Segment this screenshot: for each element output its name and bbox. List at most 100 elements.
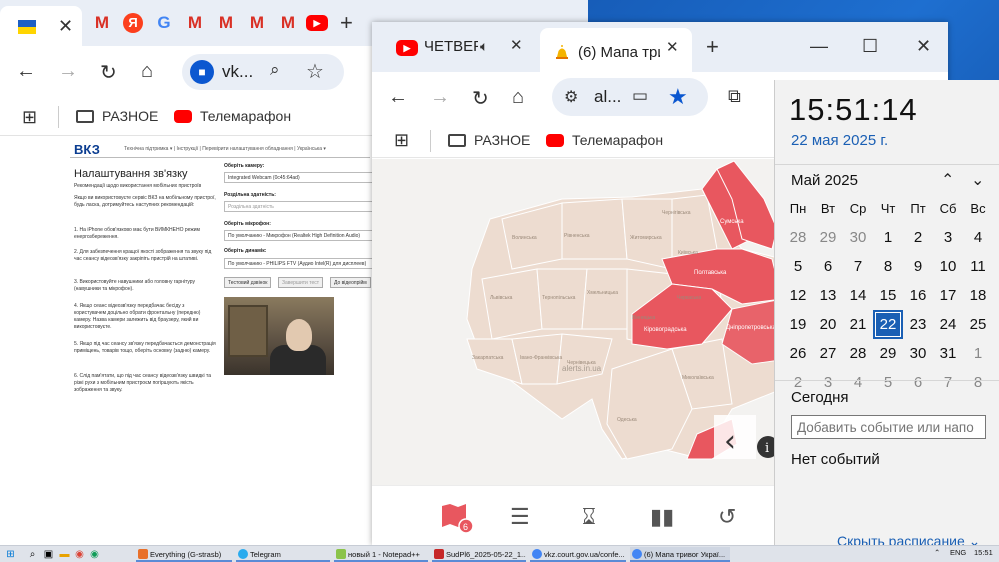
stats-chart-icon[interactable]: ▮▮	[650, 504, 674, 530]
close-tab-icon[interactable]: ✕	[58, 17, 73, 35]
calendar-day[interactable]: 18	[963, 281, 993, 310]
calendar-day[interactable]: 1	[963, 339, 993, 368]
chevron-up-icon[interactable]: ⌃	[941, 170, 954, 190]
mic-select[interactable]: По умолчанию - Микрофон (Realtek High De…	[224, 230, 374, 241]
task-view-icon[interactable]: ▣	[42, 548, 55, 561]
youtube-tab-icon[interactable]: ▶	[306, 15, 328, 31]
chrome-icon[interactable]: ◉	[73, 548, 86, 561]
calendar-day[interactable]: 1	[873, 223, 903, 252]
map-icon[interactable]: 6	[440, 502, 476, 534]
calendar-day[interactable]: 29	[873, 339, 903, 368]
close-tab-icon[interactable]: ✕	[666, 40, 679, 55]
calendar-day[interactable]: 7	[933, 368, 963, 397]
calendar-day[interactable]: 19	[783, 310, 813, 339]
home-icon[interactable]: ⌂	[512, 86, 524, 109]
close-tab-icon[interactable]: ✕	[510, 38, 523, 53]
tray-chevron-icon[interactable]: ⌃	[934, 548, 940, 557]
minimize-icon[interactable]: —	[810, 36, 828, 57]
new-tab-button[interactable]: +	[706, 34, 719, 60]
gmail-tab-icon[interactable]: M	[185, 13, 205, 33]
yandex-tab-icon[interactable]: Я	[123, 13, 143, 33]
calendar-day[interactable]: 31	[933, 339, 963, 368]
calendar-day[interactable]: 15	[873, 281, 903, 310]
taskbar-app-telegram[interactable]: Telegram	[236, 547, 330, 562]
camera-select[interactable]: Integrated Webcam (0c45:64ad)	[224, 172, 374, 183]
calendar-day[interactable]: 13	[813, 281, 843, 310]
bookmark-star-icon[interactable]: ☆	[306, 59, 324, 84]
calendar-day[interactable]: 2	[903, 223, 933, 252]
calendar-day[interactable]: 28	[783, 223, 813, 252]
gmail-tab-icon[interactable]: M	[247, 13, 267, 33]
home-icon[interactable]: ⌂	[141, 60, 153, 83]
calendar-day[interactable]: 30	[903, 339, 933, 368]
address-bar[interactable]: ⚙︎ al... ▭ ★	[552, 78, 708, 116]
calendar-day[interactable]: 20	[813, 310, 843, 339]
search-icon[interactable]: ⌕	[26, 548, 39, 561]
calendar-day[interactable]: 16	[903, 281, 933, 310]
audio-playing-icon[interactable]: 🔈︎	[480, 38, 488, 55]
back-arrow-icon[interactable]: ←	[388, 86, 408, 109]
calendar-day[interactable]: 9	[903, 252, 933, 281]
list-icon[interactable]: ☰	[510, 504, 530, 530]
tab-alert-map[interactable]: (6) Мапа три ✕	[540, 28, 692, 72]
tab-vkz[interactable]: ✕	[0, 6, 82, 46]
calendar-day[interactable]: 6	[813, 252, 843, 281]
calendar-day[interactable]: 17	[933, 281, 963, 310]
calendar-day[interactable]: 5	[783, 252, 813, 281]
calendar-day[interactable]: 4	[963, 223, 993, 252]
camera-icon[interactable]: ■	[190, 60, 214, 84]
hourglass-icon[interactable]: ⌛︎	[582, 504, 596, 530]
reload-icon[interactable]: ↻	[100, 60, 117, 85]
gmail-tab-icon[interactable]: M	[92, 13, 112, 33]
calendar-day[interactable]: 23	[903, 310, 933, 339]
site-nav-links[interactable]: Технічна підтримка ▾ | Інструкції | Пере…	[124, 146, 326, 152]
site-settings-icon[interactable]: ⚙︎	[564, 87, 578, 107]
apps-grid-icon[interactable]: ⊞	[22, 107, 37, 128]
chrome-icon[interactable]: ◉	[88, 548, 101, 561]
taskbar-clock[interactable]: 15:51	[974, 548, 993, 557]
maximize-icon[interactable]: ☐	[862, 36, 878, 57]
calendar-day-today[interactable]: 22	[873, 310, 903, 339]
history-icon[interactable]: ↺	[718, 504, 736, 530]
gmail-tab-icon[interactable]: M	[278, 13, 298, 33]
forward-arrow-icon[interactable]: →	[430, 86, 450, 109]
calendar-day[interactable]: 11	[963, 252, 993, 281]
address-bar[interactable]: ■ vk... ⌕ ☆	[182, 54, 344, 90]
taskbar-app-alert-map[interactable]: (6) Мапа тривог Украї...	[630, 547, 730, 562]
calendar-day[interactable]: 24	[933, 310, 963, 339]
calendar-day[interactable]: 25	[963, 310, 993, 339]
calendar-day[interactable]: 28	[843, 339, 873, 368]
bookmark-youtube[interactable]: Телемарафон	[546, 132, 663, 148]
extensions-icon[interactable]: ⧉	[728, 86, 741, 107]
chevron-down-icon[interactable]: ⌄	[971, 170, 984, 190]
input-language[interactable]: ENG	[950, 548, 966, 557]
reload-icon[interactable]: ↻	[472, 86, 489, 111]
calendar-day[interactable]: 8	[963, 368, 993, 397]
google-tab-icon[interactable]: G	[154, 13, 174, 33]
start-windows-icon[interactable]: ⊞	[4, 548, 17, 561]
calendar-day[interactable]: 27	[813, 339, 843, 368]
tab-title[interactable]: ЧЕТВЕРГ	[424, 38, 478, 55]
resolution-select[interactable]: Роздільна здатність	[224, 201, 374, 212]
clock-date[interactable]: 22 мая 2025 г.	[791, 132, 888, 149]
new-tab-button[interactable]: +	[340, 10, 353, 36]
apps-grid-icon[interactable]: ⊞	[394, 130, 409, 151]
zoom-icon[interactable]: ⌕	[270, 60, 280, 80]
bookmark-folder[interactable]: РАЗНОЕ	[448, 132, 530, 148]
calendar-day[interactable]: 3	[933, 223, 963, 252]
site-title[interactable]: ВКЗ	[74, 142, 100, 157]
taskbar-app-notepad[interactable]: новый 1 - Notepad++	[334, 547, 428, 562]
bookmark-star-filled-icon[interactable]: ★	[668, 84, 688, 110]
finish-test-button[interactable]: Завершити тест	[278, 277, 324, 288]
speaker-select[interactable]: По умолчанию - PHILIPS FTV (Аудио Intel(…	[224, 258, 374, 269]
calendar-day[interactable]: 6	[903, 368, 933, 397]
calendar-day[interactable]: 8	[873, 252, 903, 281]
close-window-icon[interactable]: ✕	[916, 36, 931, 57]
calendar-day[interactable]: 14	[843, 281, 873, 310]
gmail-tab-icon[interactable]: M	[216, 13, 236, 33]
calendar-day[interactable]: 5	[873, 368, 903, 397]
calendar-day[interactable]: 30	[843, 223, 873, 252]
calendar-day[interactable]: 29	[813, 223, 843, 252]
install-app-icon[interactable]: ▭	[632, 86, 648, 106]
taskbar-app-everything[interactable]: Everything (G-strasb)	[136, 547, 232, 562]
